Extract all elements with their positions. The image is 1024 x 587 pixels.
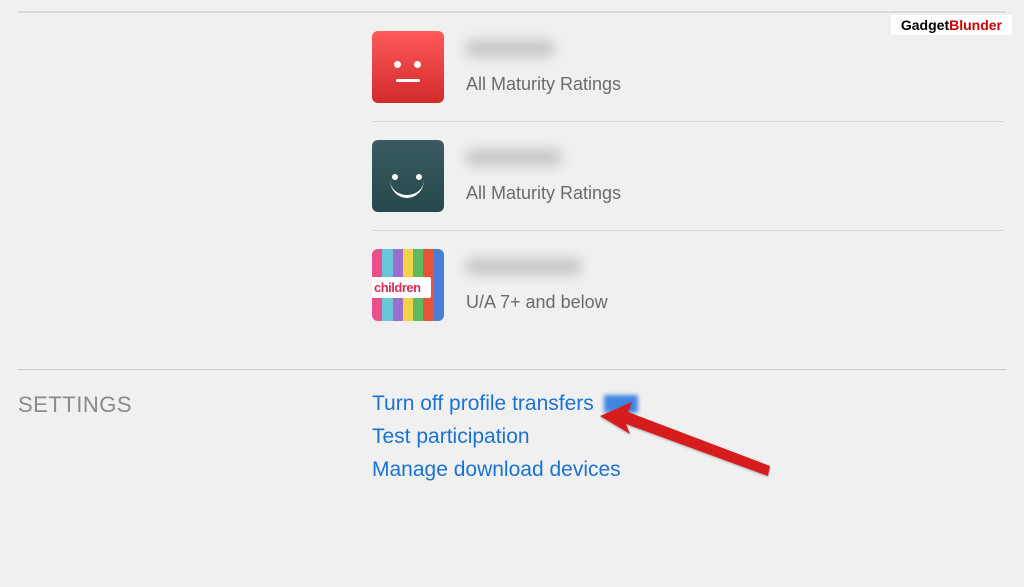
profile-avatar-teal [372, 140, 444, 212]
watermark-part1: Gadget [901, 17, 949, 33]
new-badge [604, 395, 638, 413]
watermark-part2: Blunder [949, 17, 1002, 33]
profile-rating: All Maturity Ratings [466, 183, 1004, 204]
profiles-list: All Maturity Ratings All Maturity Rating… [372, 13, 1004, 339]
link-label: Turn off profile transfers [372, 392, 594, 416]
profile-info: U/A 7+ and below [466, 258, 1004, 313]
profile-name-redacted [466, 258, 581, 275]
children-avatar-label: children [372, 277, 431, 298]
profile-avatar-red [372, 31, 444, 103]
profile-row[interactable]: All Maturity Ratings [372, 122, 1004, 231]
link-test-participation[interactable]: Test participation [372, 425, 638, 449]
settings-heading: SETTINGS [18, 392, 372, 482]
link-label: Test participation [372, 425, 530, 449]
profile-rating: U/A 7+ and below [466, 292, 1004, 313]
link-manage-download-devices[interactable]: Manage download devices [372, 458, 638, 482]
profile-info: All Maturity Ratings [466, 40, 1004, 95]
link-turn-off-profile-transfers[interactable]: Turn off profile transfers [372, 392, 638, 416]
settings-links: Turn off profile transfers Test particip… [372, 392, 638, 482]
profile-info: All Maturity Ratings [466, 149, 1004, 204]
profile-name-redacted [466, 40, 554, 57]
profile-name-redacted [466, 149, 561, 166]
profile-rating: All Maturity Ratings [466, 74, 1004, 95]
profile-avatar-children: children [372, 249, 444, 321]
avatar-face [372, 31, 444, 103]
page-container: All Maturity Ratings All Maturity Rating… [0, 11, 1024, 482]
watermark-badge: GadgetBlunder [891, 15, 1012, 35]
settings-section: SETTINGS Turn off profile transfers Test… [0, 370, 1024, 482]
link-label: Manage download devices [372, 458, 621, 482]
profile-row[interactable]: children U/A 7+ and below [372, 231, 1004, 339]
avatar-face [372, 140, 444, 212]
